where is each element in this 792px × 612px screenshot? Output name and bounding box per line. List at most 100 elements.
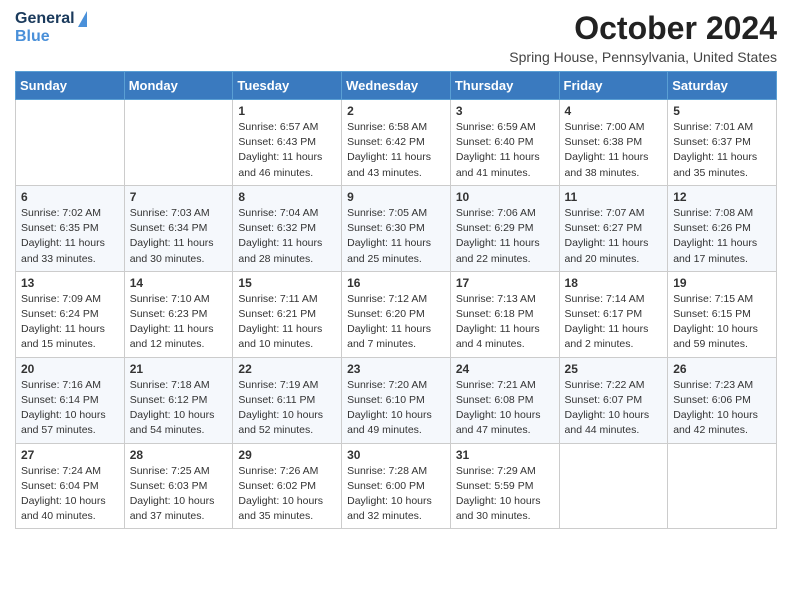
day-info: Sunrise: 7:11 AM Sunset: 6:21 PM Dayligh… bbox=[238, 292, 336, 353]
header: General Blue October 2024 Spring House, … bbox=[15, 10, 777, 65]
calendar-week-row: 27Sunrise: 7:24 AM Sunset: 6:04 PM Dayli… bbox=[16, 443, 777, 529]
day-info: Sunrise: 7:23 AM Sunset: 6:06 PM Dayligh… bbox=[673, 378, 771, 439]
day-number: 4 bbox=[565, 104, 663, 118]
day-info: Sunrise: 6:58 AM Sunset: 6:42 PM Dayligh… bbox=[347, 120, 445, 181]
calendar-cell bbox=[16, 100, 125, 186]
day-info: Sunrise: 7:16 AM Sunset: 6:14 PM Dayligh… bbox=[21, 378, 119, 439]
day-number: 23 bbox=[347, 362, 445, 376]
day-number: 7 bbox=[130, 190, 228, 204]
calendar-cell: 20 Sunrise: 7:16 AM Sunset: 6:14 PM Dayli… bbox=[16, 357, 125, 443]
logo-blue: Blue bbox=[15, 28, 50, 46]
day-number: 12 bbox=[673, 190, 771, 204]
day-info: Sunrise: 7:00 AM Sunset: 6:38 PM Dayligh… bbox=[565, 120, 663, 181]
day-info: Sunrise: 7:15 AM Sunset: 6:15 PM Dayligh… bbox=[673, 292, 771, 353]
day-number: 14 bbox=[130, 276, 228, 290]
calendar-cell bbox=[124, 100, 233, 186]
calendar-cell: 3Sunrise: 6:59 AM Sunset: 6:40 PM Daylig… bbox=[450, 100, 559, 186]
day-number: 17 bbox=[456, 276, 554, 290]
day-number: 22 bbox=[238, 362, 336, 376]
calendar-cell: 15 Sunrise: 7:11 AM Sunset: 6:21 PM Dayli… bbox=[233, 271, 342, 357]
day-info: Sunrise: 7:06 AM Sunset: 6:29 PM Dayligh… bbox=[456, 206, 554, 267]
calendar-col-header: Friday bbox=[559, 72, 668, 100]
day-number: 25 bbox=[565, 362, 663, 376]
calendar-week-row: 13Sunrise: 7:09 AM Sunset: 6:24 PM Dayli… bbox=[16, 271, 777, 357]
day-number: 31 bbox=[456, 448, 554, 462]
calendar-cell: 5 Sunrise: 7:01 AM Sunset: 6:37 PM Daylig… bbox=[668, 100, 777, 186]
calendar-week-row: 1 Sunrise: 6:57 AM Sunset: 6:43 PM Daylig… bbox=[16, 100, 777, 186]
day-number: 24 bbox=[456, 362, 554, 376]
calendar-cell: 11 Sunrise: 7:07 AM Sunset: 6:27 PM Dayli… bbox=[559, 185, 668, 271]
day-info: Sunrise: 7:18 AM Sunset: 6:12 PM Dayligh… bbox=[130, 378, 228, 439]
day-info: Sunrise: 7:03 AM Sunset: 6:34 PM Dayligh… bbox=[130, 206, 228, 267]
calendar-cell: 23Sunrise: 7:20 AM Sunset: 6:10 PM Dayli… bbox=[342, 357, 451, 443]
day-info: Sunrise: 7:28 AM Sunset: 6:00 PM Dayligh… bbox=[347, 464, 445, 525]
calendar-cell: 1 Sunrise: 6:57 AM Sunset: 6:43 PM Daylig… bbox=[233, 100, 342, 186]
month-title: October 2024 bbox=[509, 10, 777, 47]
calendar-cell: 2Sunrise: 6:58 AM Sunset: 6:42 PM Daylig… bbox=[342, 100, 451, 186]
location-subtitle: Spring House, Pennsylvania, United State… bbox=[509, 49, 777, 65]
day-info: Sunrise: 6:57 AM Sunset: 6:43 PM Dayligh… bbox=[238, 120, 336, 181]
calendar-cell: 12 Sunrise: 7:08 AM Sunset: 6:26 PM Dayli… bbox=[668, 185, 777, 271]
calendar-cell: 10 Sunrise: 7:06 AM Sunset: 6:29 PM Dayli… bbox=[450, 185, 559, 271]
day-number: 16 bbox=[347, 276, 445, 290]
day-info: Sunrise: 7:09 AM Sunset: 6:24 PM Dayligh… bbox=[21, 292, 119, 353]
day-info: Sunrise: 7:01 AM Sunset: 6:37 PM Dayligh… bbox=[673, 120, 771, 181]
calendar-week-row: 6 Sunrise: 7:02 AM Sunset: 6:35 PM Daylig… bbox=[16, 185, 777, 271]
calendar-col-header: Sunday bbox=[16, 72, 125, 100]
calendar-cell: 28 Sunrise: 7:25 AM Sunset: 6:03 PM Dayli… bbox=[124, 443, 233, 529]
calendar-col-header: Thursday bbox=[450, 72, 559, 100]
calendar-cell: 13Sunrise: 7:09 AM Sunset: 6:24 PM Dayli… bbox=[16, 271, 125, 357]
day-number: 19 bbox=[673, 276, 771, 290]
day-number: 1 bbox=[238, 104, 336, 118]
day-number: 9 bbox=[347, 190, 445, 204]
day-number: 30 bbox=[347, 448, 445, 462]
calendar-cell: 29Sunrise: 7:26 AM Sunset: 6:02 PM Dayli… bbox=[233, 443, 342, 529]
calendar-cell: 18 Sunrise: 7:14 AM Sunset: 6:17 PM Dayli… bbox=[559, 271, 668, 357]
page: General Blue October 2024 Spring House, … bbox=[0, 0, 792, 539]
day-info: Sunrise: 7:14 AM Sunset: 6:17 PM Dayligh… bbox=[565, 292, 663, 353]
day-info: Sunrise: 7:22 AM Sunset: 6:07 PM Dayligh… bbox=[565, 378, 663, 439]
calendar-cell: 4 Sunrise: 7:00 AM Sunset: 6:38 PM Daylig… bbox=[559, 100, 668, 186]
calendar-cell: 7 Sunrise: 7:03 AM Sunset: 6:34 PM Daylig… bbox=[124, 185, 233, 271]
title-block: October 2024 Spring House, Pennsylvania,… bbox=[509, 10, 777, 65]
calendar-cell: 22Sunrise: 7:19 AM Sunset: 6:11 PM Dayli… bbox=[233, 357, 342, 443]
day-info: Sunrise: 7:08 AM Sunset: 6:26 PM Dayligh… bbox=[673, 206, 771, 267]
day-number: 15 bbox=[238, 276, 336, 290]
calendar-cell: 14 Sunrise: 7:10 AM Sunset: 6:23 PM Dayli… bbox=[124, 271, 233, 357]
day-number: 11 bbox=[565, 190, 663, 204]
calendar-cell: 30 Sunrise: 7:28 AM Sunset: 6:00 PM Dayli… bbox=[342, 443, 451, 529]
calendar-cell: 6 Sunrise: 7:02 AM Sunset: 6:35 PM Daylig… bbox=[16, 185, 125, 271]
day-number: 26 bbox=[673, 362, 771, 376]
day-number: 5 bbox=[673, 104, 771, 118]
day-info: Sunrise: 7:13 AM Sunset: 6:18 PM Dayligh… bbox=[456, 292, 554, 353]
calendar-cell bbox=[559, 443, 668, 529]
calendar-col-header: Tuesday bbox=[233, 72, 342, 100]
calendar-col-header: Wednesday bbox=[342, 72, 451, 100]
day-number: 6 bbox=[21, 190, 119, 204]
calendar-cell: 19 Sunrise: 7:15 AM Sunset: 6:15 PM Dayli… bbox=[668, 271, 777, 357]
day-number: 20 bbox=[21, 362, 119, 376]
calendar-col-header: Monday bbox=[124, 72, 233, 100]
day-info: Sunrise: 7:07 AM Sunset: 6:27 PM Dayligh… bbox=[565, 206, 663, 267]
day-number: 8 bbox=[238, 190, 336, 204]
calendar-cell: 27Sunrise: 7:24 AM Sunset: 6:04 PM Dayli… bbox=[16, 443, 125, 529]
calendar-cell: 24 Sunrise: 7:21 AM Sunset: 6:08 PM Dayli… bbox=[450, 357, 559, 443]
day-info: Sunrise: 7:26 AM Sunset: 6:02 PM Dayligh… bbox=[238, 464, 336, 525]
day-info: Sunrise: 7:21 AM Sunset: 6:08 PM Dayligh… bbox=[456, 378, 554, 439]
day-number: 27 bbox=[21, 448, 119, 462]
calendar-cell: 17 Sunrise: 7:13 AM Sunset: 6:18 PM Dayli… bbox=[450, 271, 559, 357]
day-number: 10 bbox=[456, 190, 554, 204]
day-number: 28 bbox=[130, 448, 228, 462]
day-number: 18 bbox=[565, 276, 663, 290]
day-info: Sunrise: 7:02 AM Sunset: 6:35 PM Dayligh… bbox=[21, 206, 119, 267]
day-info: Sunrise: 7:04 AM Sunset: 6:32 PM Dayligh… bbox=[238, 206, 336, 267]
calendar-cell: 26 Sunrise: 7:23 AM Sunset: 6:06 PM Dayli… bbox=[668, 357, 777, 443]
logo-general: General bbox=[15, 10, 75, 28]
day-info: Sunrise: 7:10 AM Sunset: 6:23 PM Dayligh… bbox=[130, 292, 228, 353]
calendar-cell: 31 Sunrise: 7:29 AM Sunset: 5:59 PM Dayli… bbox=[450, 443, 559, 529]
day-info: Sunrise: 7:29 AM Sunset: 5:59 PM Dayligh… bbox=[456, 464, 554, 525]
day-info: Sunrise: 7:25 AM Sunset: 6:03 PM Dayligh… bbox=[130, 464, 228, 525]
day-info: Sunrise: 7:05 AM Sunset: 6:30 PM Dayligh… bbox=[347, 206, 445, 267]
calendar-header-row: SundayMondayTuesdayWednesdayThursdayFrid… bbox=[16, 72, 777, 100]
calendar-cell: 25 Sunrise: 7:22 AM Sunset: 6:07 PM Dayli… bbox=[559, 357, 668, 443]
